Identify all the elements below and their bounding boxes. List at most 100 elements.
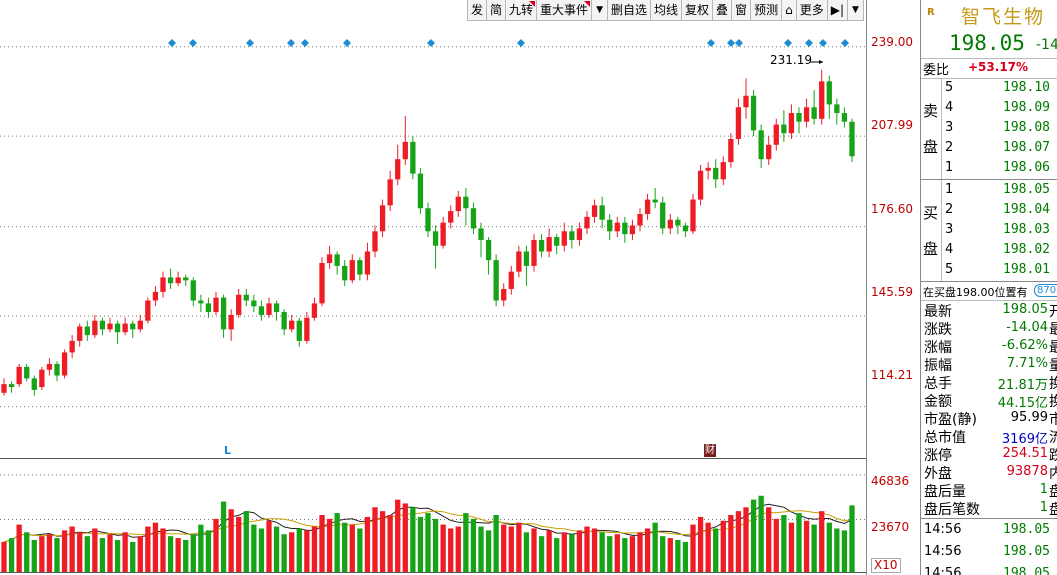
volume-bar [463,513,469,572]
candle-body [152,291,159,301]
buy-level-row[interactable]: 1 198.05 [921,181,1057,200]
candle-body [478,228,484,240]
volume-bar [819,511,825,572]
sell-level-row[interactable]: 5 198.10 [921,79,1057,98]
diamond-marker [517,39,525,47]
position-note: 在买盘198.00位置有 [923,286,1028,299]
stock-header: R 智飞生物 198.05 -14 [921,0,1057,59]
toolbar-button-4[interactable]: ▼ [591,0,608,21]
volume-bar [788,522,795,572]
toolbar-button-6[interactable]: 均线 [650,0,683,21]
candle-body [607,219,613,232]
buy-level-row[interactable]: 3 198.03 [921,221,1057,240]
volume-bar [77,532,83,572]
volume-bar [160,528,166,572]
volume-bar [750,499,757,572]
volume-bar [811,524,817,572]
candle-body [788,113,795,134]
sell-level-level: 3 [945,120,954,135]
volume-bar [508,526,514,572]
stock-price: 198.05 [949,31,1025,55]
volume-bar [743,507,749,572]
stat-label: 盘后笔数 [924,502,980,518]
stat-row: 振幅 7.71%量 [921,355,1057,374]
volume-tick-label: 46836 [871,474,910,488]
sell-block: 卖 盘 5 198.10 4 198.09 3 198.08 2 198.07 1 198.06 [921,78,1057,180]
event-marker-earnings[interactable]: 财 [704,444,716,457]
buy-level-row[interactable]: 2 198.04 [921,201,1057,220]
candle-body [122,323,128,333]
candle-body [531,239,537,266]
sell-level-row[interactable]: 2 198.07 [921,139,1057,158]
volume-bar [803,520,810,572]
sell-level-row[interactable]: 3 198.08 [921,119,1057,138]
sell-level-level: 2 [945,140,954,155]
y-tick-label: 145.59 [871,285,913,299]
volume-bar [258,528,265,572]
candle-body [538,239,545,252]
volume-bar [311,526,318,572]
candle-body [796,113,802,122]
kline-chart[interactable] [0,0,920,575]
sell-level-price: 198.10 [1003,80,1050,95]
candle-body [243,294,249,301]
stat-label: 振幅 [924,358,952,374]
candle-body [319,263,325,304]
sell-level-price: 198.08 [1003,120,1050,135]
volume-bar [402,503,408,572]
sell-level-row[interactable]: 1 198.06 [921,159,1057,178]
buy-level-row[interactable]: 5 198.01 [921,261,1057,280]
volume-bar [554,538,560,572]
candle-body [750,95,757,131]
chart-toolbar: 发简九转 重大事件 ▼ 删自选 均线 复权叠窗预测 ⌂ 更多 ▶| ▼ [467,0,864,22]
toolbar-button-12[interactable]: 更多 [795,0,828,21]
event-marker-l[interactable]: L [224,444,231,457]
toolbar-button-10[interactable]: 预测 [750,0,783,21]
candle-body [675,219,681,226]
sell-level-level: 4 [945,100,954,115]
toolbar-button-11[interactable]: ⌂ [781,0,797,21]
toolbar-button-7[interactable]: 复权 [681,0,714,21]
volume-bar [228,509,234,572]
buy-level-level: 5 [945,262,954,277]
toolbar-button-1[interactable]: 简 [486,0,507,21]
candle-body [652,199,658,203]
toolbar-button-2[interactable]: 九转 [505,0,538,21]
sell-level-level: 5 [945,80,954,95]
volume-bar [561,532,567,572]
sell-level-row[interactable]: 4 198.09 [921,99,1057,118]
stat-tail: 流 [1049,427,1057,447]
candle-body [213,297,219,313]
buy-level-level: 2 [945,202,954,217]
stat-label: 涨跌 [924,322,952,338]
volume-bar [152,522,159,572]
volume-bar [485,530,492,572]
volume-tick-label: 23670 [871,520,910,534]
volume-bar [69,526,75,572]
stock-name: 智飞生物 [961,6,1046,28]
volume-bar [349,524,355,572]
toolbar-button-13[interactable]: ▶| [826,0,848,21]
diamond-marker [246,39,254,47]
toolbar-button-5[interactable]: 删自选 [606,0,651,21]
toolbar-button-9[interactable]: 窗 [731,0,752,21]
candle-body [743,95,749,108]
candle-body [576,228,583,240]
buy-level-level: 1 [945,182,954,197]
stat-value: 95.99 [1010,410,1048,425]
buy-level-row[interactable]: 4 198.02 [921,241,1057,260]
toolbar-button-8[interactable]: 叠 [712,0,733,21]
tick-time: 14:56 [924,544,962,559]
stat-tail: 最 [1049,337,1057,357]
stat-tail: 开 [1049,301,1057,321]
toolbar-button-3[interactable]: 重大事件 [536,0,593,21]
candle-body [644,199,651,214]
candle-body [16,366,22,385]
volume-bar [24,532,30,572]
volume-bar [296,528,302,572]
toolbar-button-14[interactable]: ▼ [847,0,864,21]
volume-bar [137,536,143,572]
volume-bar [107,534,113,572]
toolbar-button-0[interactable]: 发 [467,0,488,21]
volume-bar [304,530,310,572]
